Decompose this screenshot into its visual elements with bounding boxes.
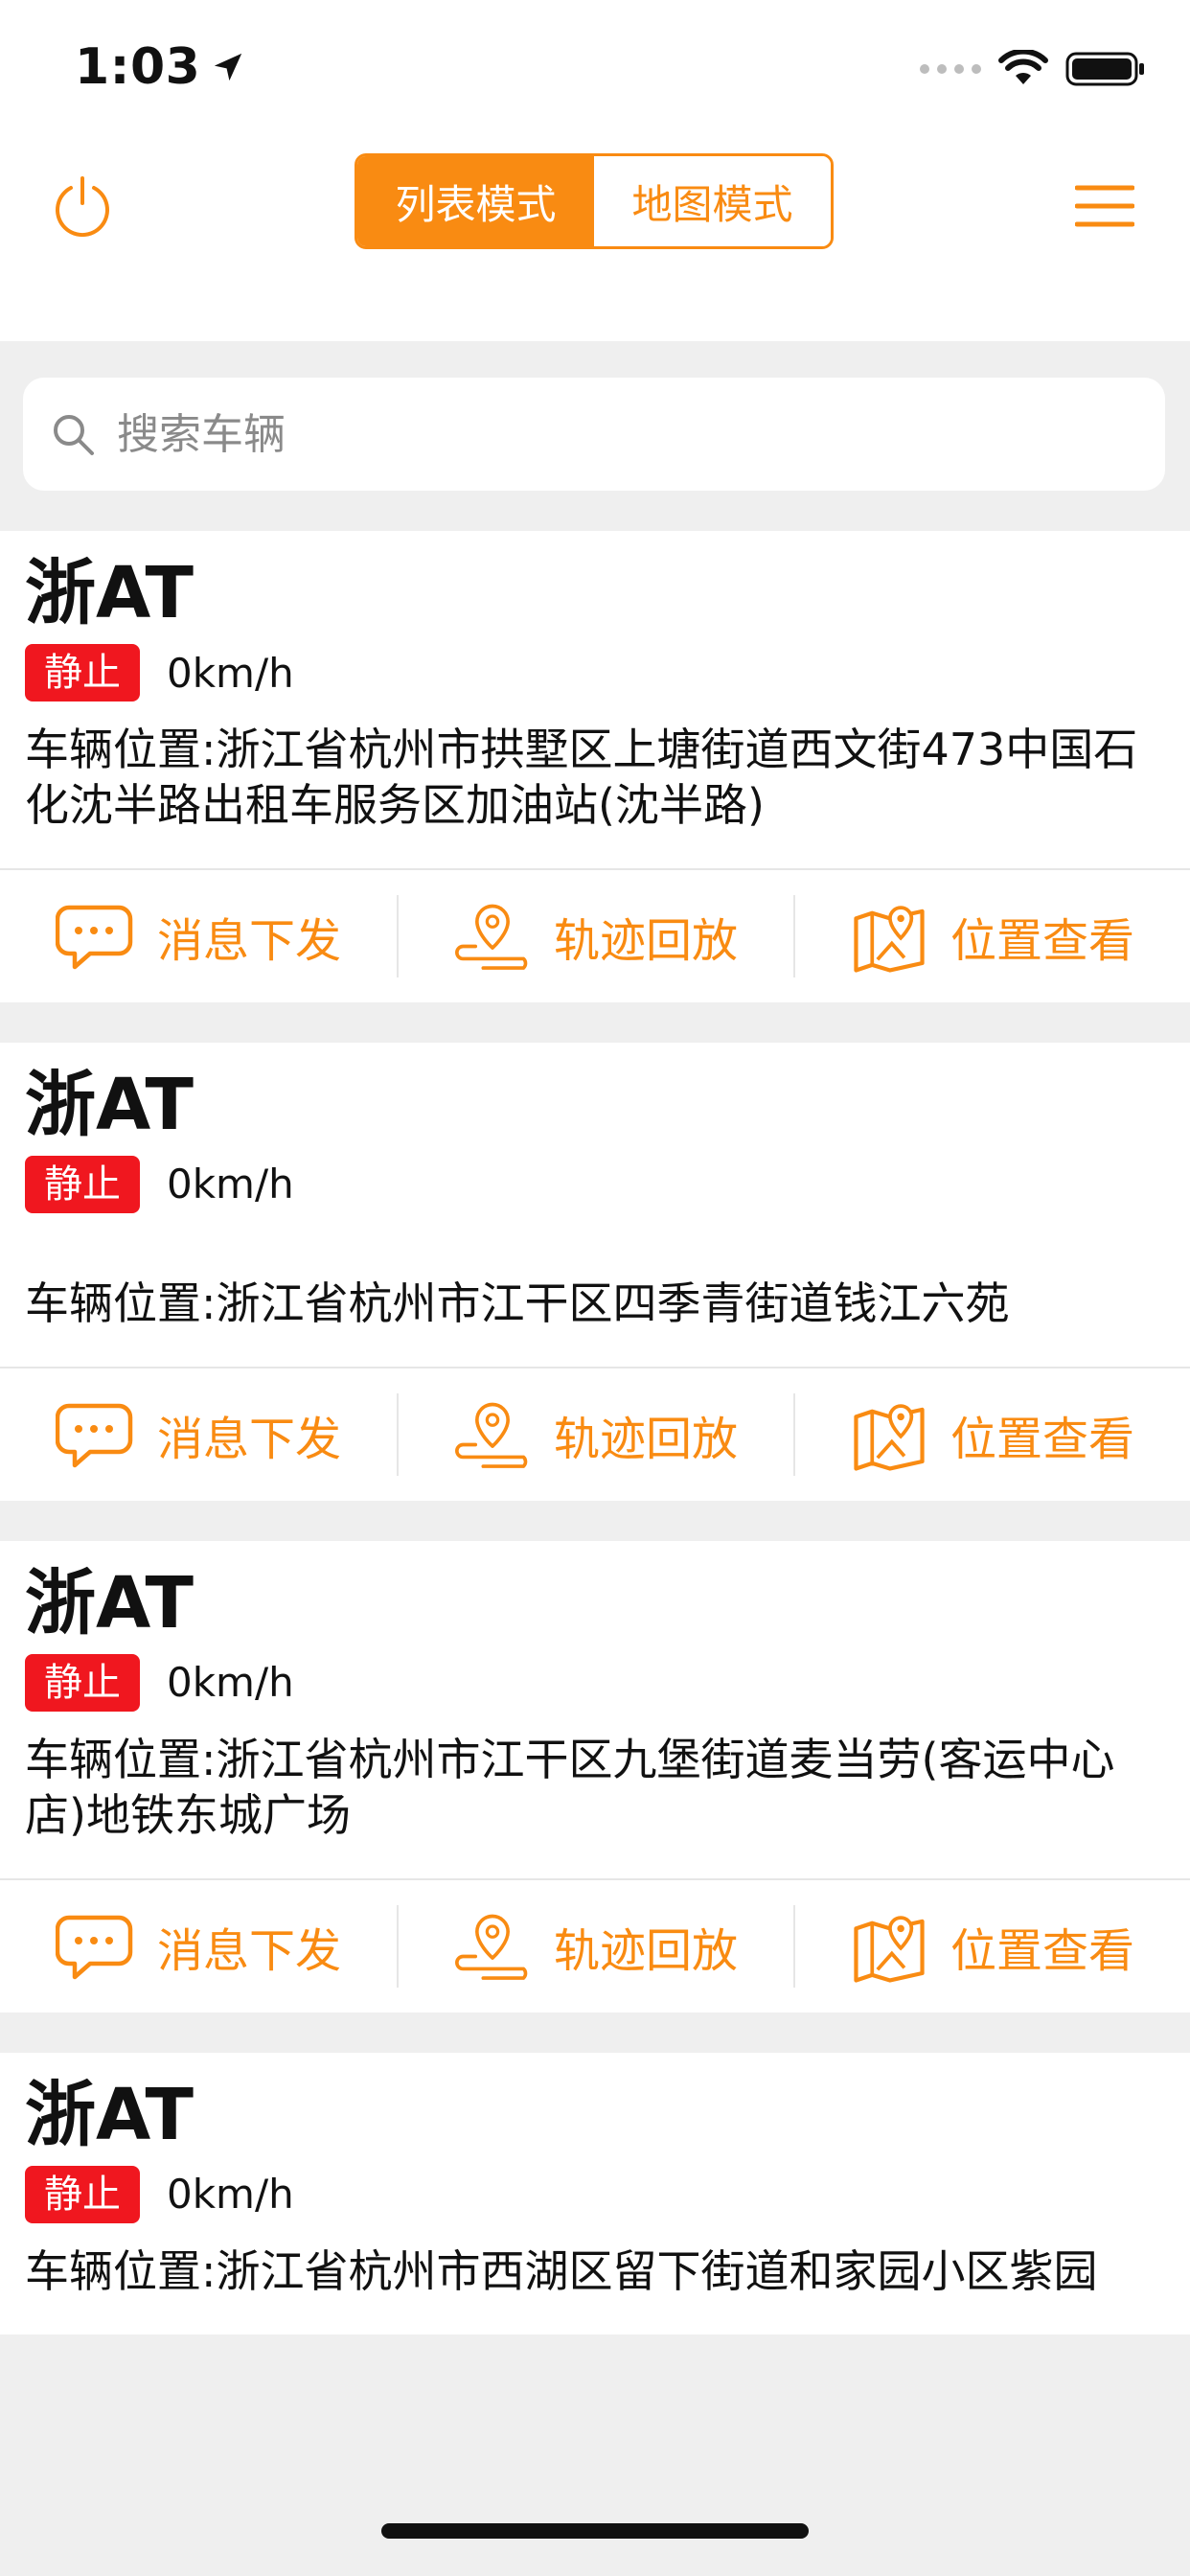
location-view-label: 位置查看 bbox=[950, 1412, 1134, 1466]
home-indicator[interactable] bbox=[381, 2523, 809, 2539]
search-icon bbox=[48, 409, 98, 459]
vehicle-list: 浙AT 静止 0km/h 车辆位置:浙江省杭州市拱墅区上塘街道西文街473中国石… bbox=[0, 531, 1190, 2375]
vehicle-card[interactable]: 浙AT 静止 0km/h 车辆位置:浙江省杭州市拱墅区上塘街道西文街473中国石… bbox=[0, 531, 1190, 1002]
track-playback-label: 轨迹回放 bbox=[553, 913, 738, 968]
vehicle-card[interactable]: 浙AT 静止 0km/h 车辆位置:浙江省杭州市江干区四季青街道钱江六苑 消息下… bbox=[0, 1042, 1190, 1501]
location-view-button[interactable]: 位置查看 bbox=[793, 1880, 1190, 2012]
vehicle-status-row: 静止 0km/h bbox=[25, 1653, 1165, 1712]
mode-toggle: 列表模式 地图模式 bbox=[355, 153, 834, 249]
status-bar: 1:03 bbox=[0, 0, 1190, 134]
power-icon bbox=[56, 176, 109, 237]
location-view-button[interactable]: 位置查看 bbox=[793, 1368, 1190, 1501]
vehicle-actions: 消息下发 轨迹回放 位置查看 bbox=[0, 1879, 1190, 2012]
tab-list-mode[interactable]: 列表模式 bbox=[357, 156, 594, 246]
wifi-icon bbox=[998, 50, 1048, 84]
status-time: 1:03 bbox=[75, 38, 244, 96]
screen: 1:03 列表模式 地图模式 搜索车辆 浙AT 静止 0km/h 车辆位置:浙江… bbox=[0, 0, 1190, 2576]
hamburger-menu-icon bbox=[1075, 185, 1134, 227]
vehicle-plate: 浙AT bbox=[25, 1063, 195, 1146]
chat-bubble-icon bbox=[55, 896, 136, 977]
chat-bubble-icon bbox=[55, 1394, 136, 1475]
battery-icon bbox=[1065, 52, 1144, 86]
message-send-button[interactable]: 消息下发 bbox=[0, 1368, 397, 1501]
top-navigation: 列表模式 地图模式 bbox=[0, 134, 1190, 341]
menu-button[interactable] bbox=[1075, 176, 1134, 236]
vehicle-address: 车辆位置:浙江省杭州市江干区九堡街道麦当劳(客运中心店)地铁东城广场 bbox=[25, 1733, 1115, 1841]
vehicle-actions: 消息下发 轨迹回放 位置查看 bbox=[0, 869, 1190, 1002]
message-send-label: 消息下发 bbox=[156, 1412, 341, 1466]
message-send-label: 消息下发 bbox=[156, 913, 341, 968]
map-pin-route-icon bbox=[452, 1906, 533, 1987]
message-send-button[interactable]: 消息下发 bbox=[0, 870, 397, 1002]
search-input[interactable] bbox=[115, 408, 1077, 460]
map-location-icon bbox=[849, 896, 929, 977]
vehicle-card[interactable]: 浙AT 静止 0km/h 车辆位置:浙江省杭州市西湖区留下街道和家园小区紫园 bbox=[0, 2052, 1190, 2334]
vehicle-plate: 浙AT bbox=[25, 552, 195, 634]
tab-map-mode[interactable]: 地图模式 bbox=[594, 156, 831, 246]
track-playback-button[interactable]: 轨迹回放 bbox=[397, 1880, 793, 2012]
location-view-label: 位置查看 bbox=[950, 1923, 1134, 1978]
cellular-signal-icon bbox=[920, 64, 981, 74]
map-pin-route-icon bbox=[452, 1394, 533, 1475]
vehicle-speed: 0km/h bbox=[167, 2171, 294, 2219]
status-right bbox=[920, 50, 1146, 88]
map-location-icon bbox=[849, 1906, 929, 1987]
vehicle-plate: 浙AT bbox=[25, 2073, 195, 2156]
track-playback-button[interactable]: 轨迹回放 bbox=[397, 1368, 793, 1501]
vehicle-status-row: 静止 0km/h bbox=[25, 1155, 1165, 1213]
vehicle-speed: 0km/h bbox=[167, 1659, 294, 1707]
map-pin-route-icon bbox=[452, 896, 533, 977]
status-badge: 静止 bbox=[25, 1155, 140, 1213]
search-bar bbox=[23, 378, 1165, 491]
vehicle-card[interactable]: 浙AT 静止 0km/h 车辆位置:浙江省杭州市江干区九堡街道麦当劳(客运中心店… bbox=[0, 1540, 1190, 2012]
chat-bubble-icon bbox=[55, 1906, 136, 1987]
location-view-label: 位置查看 bbox=[950, 913, 1134, 968]
vehicle-address: 车辆位置:浙江省杭州市拱墅区上塘街道西文街473中国石化沈半路出租车服务区加油站… bbox=[25, 724, 1138, 831]
map-location-icon bbox=[849, 1394, 929, 1475]
location-view-button[interactable]: 位置查看 bbox=[793, 870, 1190, 1002]
message-send-button[interactable]: 消息下发 bbox=[0, 1880, 397, 2012]
vehicle-status-row: 静止 0km/h bbox=[25, 644, 1165, 702]
track-playback-label: 轨迹回放 bbox=[553, 1412, 738, 1466]
status-badge: 静止 bbox=[25, 644, 140, 702]
vehicle-address: 车辆位置:浙江省杭州市江干区四季青街道钱江六苑 bbox=[25, 1276, 1010, 1329]
location-arrow-icon bbox=[215, 53, 242, 81]
vehicle-speed: 0km/h bbox=[167, 1161, 294, 1208]
vehicle-status-row: 静止 0km/h bbox=[25, 2165, 1165, 2223]
status-time-text: 1:03 bbox=[75, 38, 201, 96]
track-playback-label: 轨迹回放 bbox=[553, 1923, 738, 1978]
vehicle-address: 车辆位置:浙江省杭州市西湖区留下街道和家园小区紫园 bbox=[25, 2244, 1098, 2297]
vehicle-speed: 0km/h bbox=[167, 649, 294, 697]
vehicle-plate: 浙AT bbox=[25, 1561, 195, 1644]
status-badge: 静止 bbox=[25, 1653, 140, 1712]
status-badge: 静止 bbox=[25, 2165, 140, 2223]
power-button[interactable] bbox=[50, 172, 115, 238]
track-playback-button[interactable]: 轨迹回放 bbox=[397, 870, 793, 1002]
message-send-label: 消息下发 bbox=[156, 1923, 341, 1978]
vehicle-actions: 消息下发 轨迹回放 位置查看 bbox=[0, 1368, 1190, 1501]
